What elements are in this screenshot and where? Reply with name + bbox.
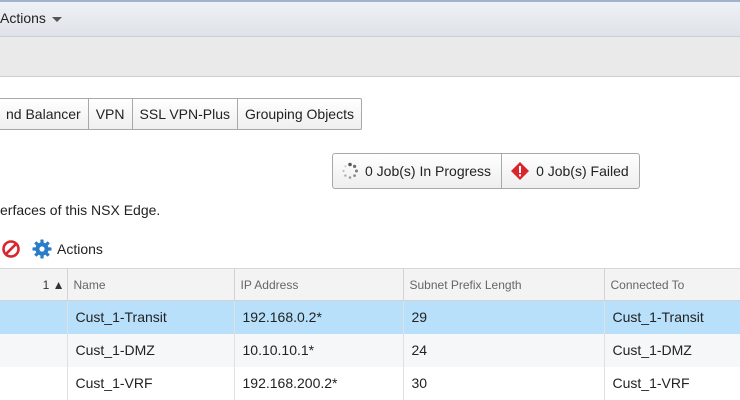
top-menu-bar: Actions <box>0 0 740 37</box>
subnet-prefix-cell: 29 <box>403 300 605 334</box>
actions-menu[interactable]: Actions <box>0 10 62 26</box>
jobs-in-progress-label: 0 Job(s) In Progress <box>365 163 492 179</box>
row-index-cell <box>0 366 68 400</box>
name-cell: Cust_1-VRF <box>67 366 235 400</box>
tab-load-balancer[interactable]: nd Balancer <box>0 99 89 129</box>
table-row[interactable]: Cust_1-VRF 192.168.200.2* 30 Cust_1-VRF <box>0 366 740 400</box>
row-index-cell <box>0 300 68 334</box>
secondary-toolbar <box>0 37 740 77</box>
row-index-cell <box>0 333 68 367</box>
name-cell: Cust_1-Transit <box>67 300 235 334</box>
grid-actions-label: Actions <box>57 241 103 257</box>
interfaces-table: 1 ▲ Name IP Address Subnet Prefix Length… <box>0 268 740 400</box>
ip-address-cell: 192.168.200.2* <box>234 366 404 400</box>
subnet-prefix-cell: 24 <box>403 333 605 367</box>
grid-toolbar: Actions <box>0 238 103 260</box>
sort-order-header[interactable]: 1 ▲ <box>0 268 68 301</box>
ip-address-cell: 192.168.0.2* <box>234 300 404 334</box>
tab-grouping-objects[interactable]: Grouping Objects <box>238 99 361 129</box>
job-status-bar: 0 Job(s) In Progress 0 Job(s) Failed <box>332 153 640 189</box>
subnet-prefix-cell: 30 <box>403 366 605 400</box>
name-cell: Cust_1-DMZ <box>67 333 235 367</box>
tab-ssl-vpn-plus[interactable]: SSL VPN-Plus <box>133 99 239 129</box>
actions-menu-label: Actions <box>0 10 46 26</box>
table-header-row: 1 ▲ Name IP Address Subnet Prefix Length… <box>0 268 740 301</box>
column-header-subnet-prefix-length[interactable]: Subnet Prefix Length <box>403 268 605 301</box>
connected-to-cell: Cust_1-DMZ <box>604 333 740 367</box>
grid-actions-button[interactable]: Actions <box>31 238 103 260</box>
ip-address-cell: 10.10.10.1* <box>234 333 404 367</box>
tab-bar: nd Balancer VPN SSL VPN-Plus Grouping Ob… <box>0 98 362 130</box>
column-header-name[interactable]: Name <box>67 268 235 301</box>
connected-to-cell: Cust_1-Transit <box>604 300 740 334</box>
table-row[interactable]: Cust_1-DMZ 10.10.10.1* 24 Cust_1-DMZ <box>0 333 740 367</box>
column-header-ip-address[interactable]: IP Address <box>234 268 404 301</box>
error-diamond-icon <box>511 162 530 180</box>
chevron-down-icon <box>51 16 62 22</box>
connected-to-cell: Cust_1-VRF <box>604 366 740 400</box>
jobs-failed-label: 0 Job(s) Failed <box>536 163 629 179</box>
column-header-connected-to[interactable]: Connected To <box>604 268 740 301</box>
gear-icon <box>32 239 52 259</box>
jobs-in-progress-button[interactable]: 0 Job(s) In Progress <box>333 154 501 188</box>
spinner-icon <box>342 162 358 179</box>
table-row[interactable]: Cust_1-Transit 192.168.0.2* 29 Cust_1-Tr… <box>0 300 740 334</box>
no-entry-icon[interactable] <box>1 239 21 259</box>
tab-vpn[interactable]: VPN <box>89 99 133 129</box>
jobs-failed-button[interactable]: 0 Job(s) Failed <box>501 154 639 188</box>
page-description: erfaces of this NSX Edge. <box>0 202 161 218</box>
